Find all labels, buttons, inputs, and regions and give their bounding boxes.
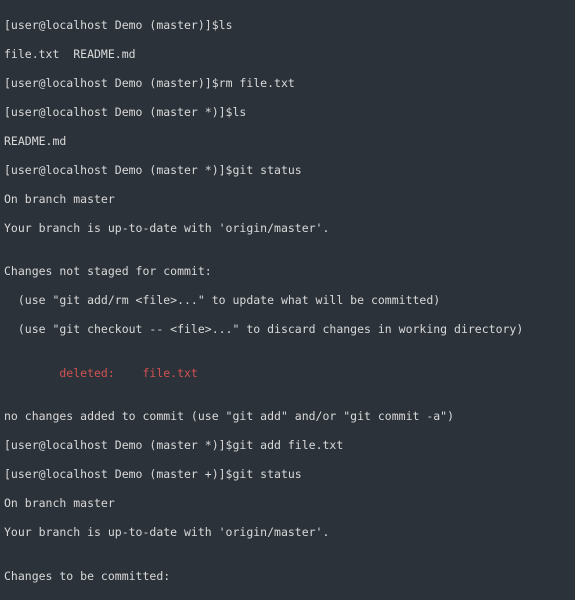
- output-line: (use "git checkout -- <file>..." to disc…: [4, 322, 571, 337]
- output-line: Your branch is up-to-date with 'origin/m…: [4, 525, 571, 540]
- shell-prompt: [user@localhost Demo (master +)]$: [4, 467, 232, 481]
- prompt-line: [user@localhost Demo (master *)]$git add…: [4, 438, 571, 453]
- command-text: ls: [219, 18, 233, 32]
- output-line: README.md: [4, 134, 571, 149]
- output-line: Changes not staged for commit:: [4, 264, 571, 279]
- output-line: (use "git add/rm <file>..." to update wh…: [4, 293, 571, 308]
- output-line: Your branch is up-to-date with 'origin/m…: [4, 221, 571, 236]
- output-line: file.txt README.md: [4, 47, 571, 62]
- shell-prompt: [user@localhost Demo (master)]$: [4, 18, 219, 32]
- output-line: On branch master: [4, 192, 571, 207]
- output-line: On branch master: [4, 496, 571, 511]
- prompt-line: [user@localhost Demo (master)]$ls: [4, 18, 571, 33]
- command-text: git status: [232, 467, 301, 481]
- command-text: git status: [232, 163, 301, 177]
- shell-prompt: [user@localhost Demo (master *)]$: [4, 438, 232, 452]
- terminal-window[interactable]: [user@localhost Demo (master)]$ls file.t…: [0, 0, 575, 600]
- deleted-unstaged-line: deleted: file.txt: [4, 366, 571, 381]
- shell-prompt: [user@localhost Demo (master)]$: [4, 76, 219, 90]
- output-line: Changes to be committed:: [4, 569, 571, 584]
- prompt-line: [user@localhost Demo (master +)]$git sta…: [4, 467, 571, 482]
- command-text: ls: [232, 105, 246, 119]
- prompt-line: [user@localhost Demo (master *)]$git sta…: [4, 163, 571, 178]
- shell-prompt: [user@localhost Demo (master *)]$: [4, 105, 232, 119]
- command-text: rm file.txt: [219, 76, 295, 90]
- prompt-line: [user@localhost Demo (master *)]$ls: [4, 105, 571, 120]
- command-text: git add file.txt: [232, 438, 343, 452]
- output-line: no changes added to commit (use "git add…: [4, 409, 571, 424]
- prompt-line: [user@localhost Demo (master)]$rm file.t…: [4, 76, 571, 91]
- shell-prompt: [user@localhost Demo (master *)]$: [4, 163, 232, 177]
